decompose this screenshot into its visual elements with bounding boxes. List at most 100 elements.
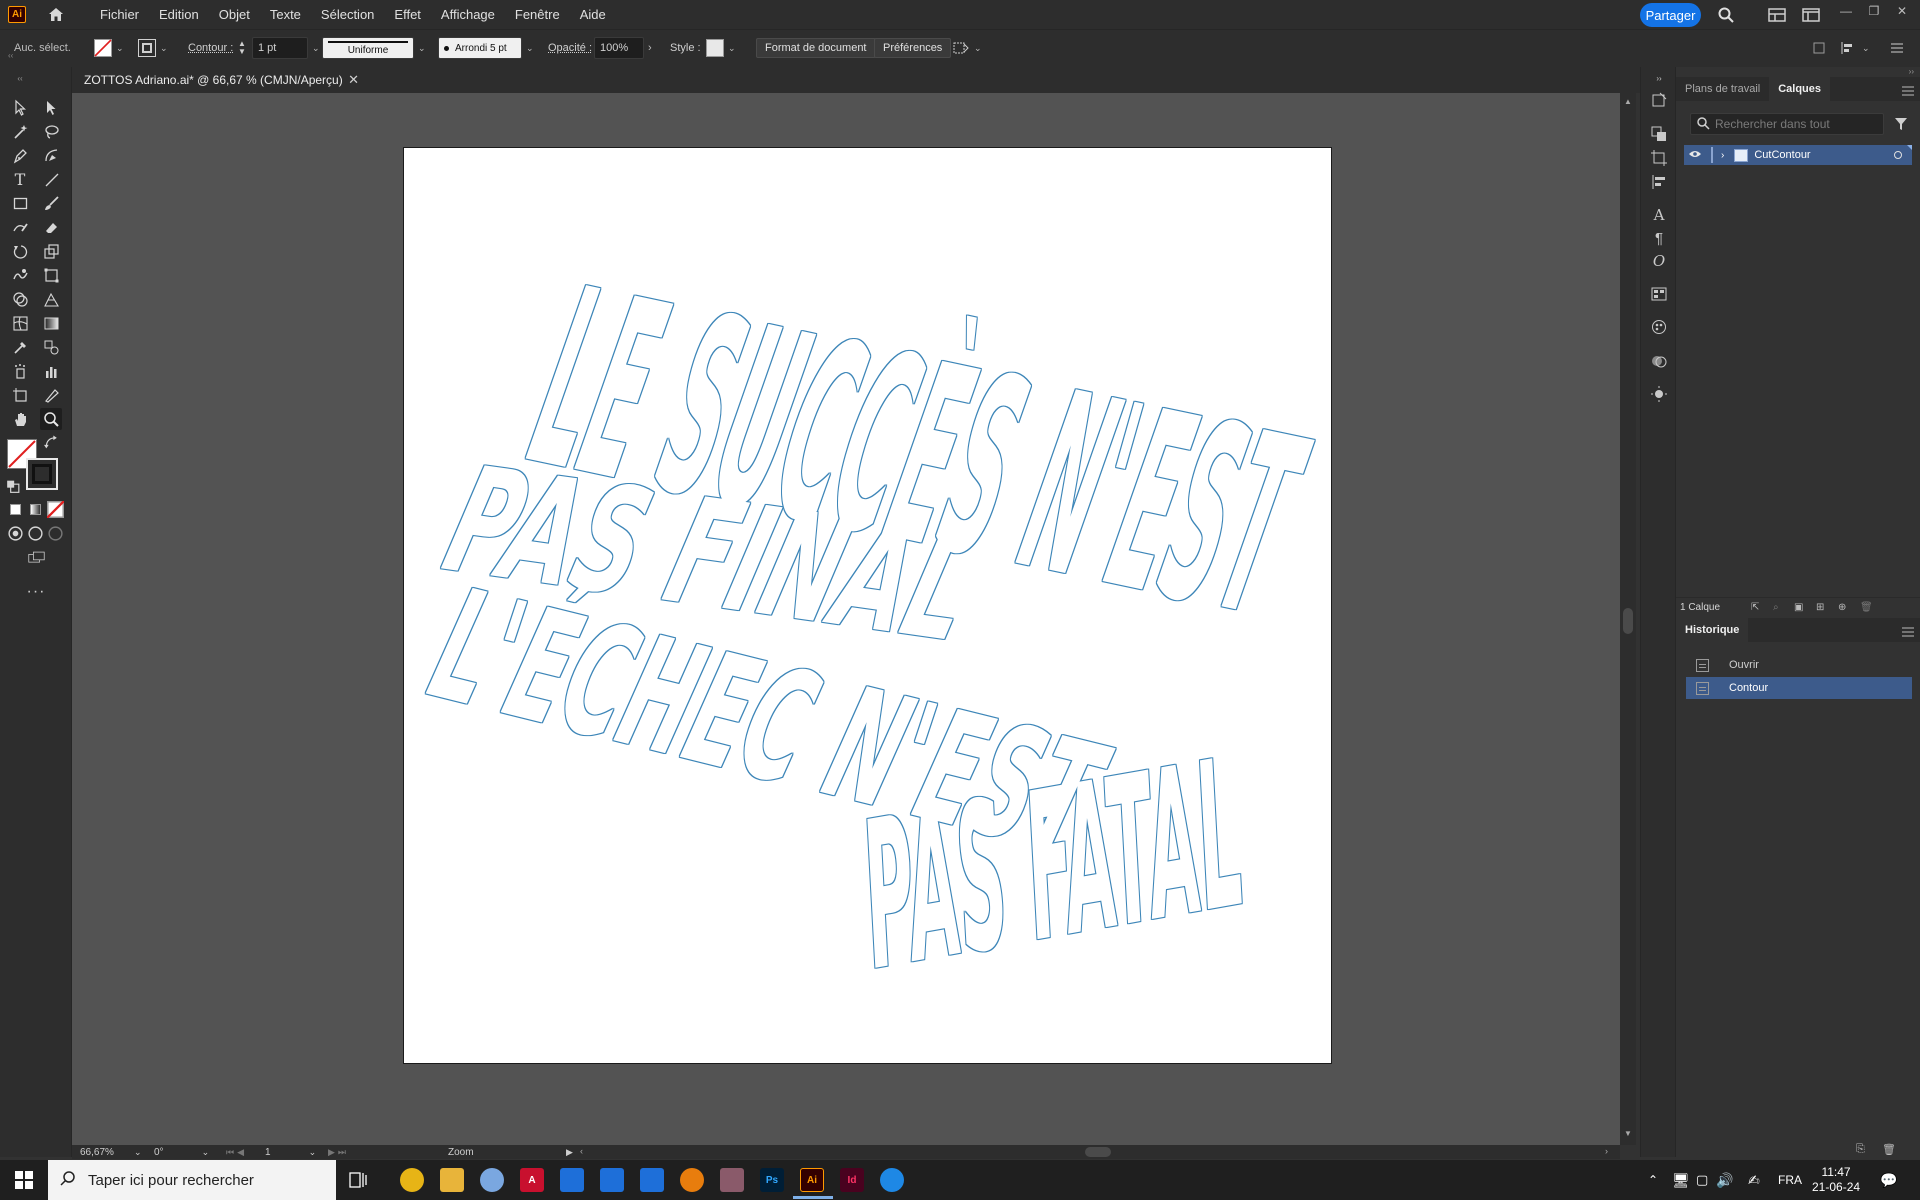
language-indicator[interactable]: FRA <box>1778 1160 1802 1200</box>
restore-icon[interactable]: ❐ <box>1860 0 1888 22</box>
magic-wand-tool-icon[interactable] <box>9 120 31 142</box>
new-layer-icon[interactable]: ⊕ <box>1838 602 1846 613</box>
task-view-icon[interactable] <box>348 1170 368 1193</box>
scroll-left-icon[interactable]: ‹ <box>580 1146 583 1156</box>
menu-fenetre[interactable]: Fenêtre <box>505 0 570 29</box>
tray-pen-icon[interactable]: ✍ <box>1748 1160 1760 1200</box>
direct-selection-tool-icon[interactable] <box>40 96 62 118</box>
preferences-button[interactable]: Préférences <box>874 37 952 59</box>
artboard-tool-icon[interactable] <box>9 384 31 406</box>
document-setup-label[interactable]: Format de document <box>756 38 876 58</box>
app-hex-icon[interactable] <box>720 1168 744 1192</box>
chevron-down-icon[interactable]: ⌄ <box>116 43 124 54</box>
stroke-weight-input[interactable]: 1 pt <box>252 37 308 59</box>
search-icon[interactable] <box>1715 4 1737 26</box>
taskbar-search-input[interactable]: Taper ici pour rechercher <box>48 1160 336 1200</box>
toolbar-collapse-icon[interactable]: ‹‹ <box>9 73 31 83</box>
opacity-label[interactable]: Opacité : <box>548 37 592 59</box>
symbol-sprayer-tool-icon[interactable] <box>9 360 31 382</box>
transform-icon[interactable] <box>1812 37 1826 59</box>
variable-width-profile[interactable]: Uniforme ⌄ <box>322 37 426 59</box>
edge-icon[interactable] <box>880 1168 904 1192</box>
horizontal-scroll-thumb[interactable] <box>1085 1147 1111 1157</box>
scroll-right-icon[interactable]: › <box>1605 1146 1608 1156</box>
chevron-down-icon[interactable]: ⌄ <box>974 43 982 54</box>
chevron-down-icon[interactable]: ⌄ <box>728 43 736 54</box>
notifications-icon[interactable]: 💬 <box>1880 1160 1897 1200</box>
fill-swatch[interactable]: ⌄ <box>94 37 124 59</box>
free-transform-tool-icon[interactable] <box>40 264 62 286</box>
hand-tool-icon[interactable] <box>9 408 31 430</box>
artboard-nav-next-icon[interactable]: ▶⏭ <box>328 1145 349 1159</box>
arrange-documents-icon[interactable] <box>1800 4 1822 26</box>
paragraph-panel-icon[interactable]: ¶ <box>1648 227 1670 249</box>
appearance-panel-icon[interactable] <box>1648 350 1670 372</box>
vertical-scroll-thumb[interactable] <box>1623 608 1633 634</box>
minimize-icon[interactable]: — <box>1832 0 1860 22</box>
brush-definition[interactable]: Arrondi 5 pt ⌄ <box>438 37 534 59</box>
vertical-scrollbar[interactable]: ▲ ▼ <box>1620 93 1636 1145</box>
chevron-down-icon[interactable]: ⌄ <box>526 43 534 54</box>
draw-normal-icon[interactable] <box>6 524 24 542</box>
pathfinder-panel-icon[interactable] <box>1648 123 1670 145</box>
layer-expand-chevron-icon[interactable]: › <box>1721 150 1724 161</box>
default-fill-stroke-icon[interactable] <box>6 479 20 493</box>
slice-tool-icon[interactable] <box>40 384 62 406</box>
artboard-number-field[interactable]: 1 ⌄ <box>265 1145 325 1159</box>
canvas-area[interactable]: LE SUCCÈS N'EST PAS FINAL L'ÉCHEC N'EST … <box>72 93 1620 1145</box>
tab-artboards[interactable]: Plans de travail <box>1676 77 1769 101</box>
stroke-swatch[interactable]: ⌄ <box>138 37 168 59</box>
draw-behind-icon[interactable] <box>26 524 44 542</box>
menu-affichage[interactable]: Affichage <box>431 0 505 29</box>
close-tab-icon[interactable]: ✕ <box>348 72 359 88</box>
opacity-input[interactable]: 100% <box>594 37 644 59</box>
document-tab[interactable]: ZOTTOS Adriano.ai* @ 66,67 % (CMJN/Aperç… <box>72 67 367 93</box>
shaper-tool-icon[interactable] <box>9 216 31 238</box>
menu-selection[interactable]: Sélection <box>311 0 384 29</box>
tray-chevron-icon[interactable]: ⌃ <box>1648 1160 1658 1200</box>
status-menu-arrow-icon[interactable]: ▶ <box>566 1145 573 1159</box>
file-explorer-icon[interactable] <box>440 1168 464 1192</box>
scroll-up-icon[interactable]: ▲ <box>1624 97 1632 106</box>
artboard-nav-prev-icon[interactable]: ⏮◀ <box>226 1145 247 1159</box>
new-snapshot-icon[interactable]: ⎘ <box>1856 1143 1865 1156</box>
none-mode-icon[interactable] <box>46 500 64 518</box>
align-panel-icon[interactable] <box>1648 171 1670 193</box>
zoom-dropdown-chevron-icon[interactable]: ⌄ <box>134 1145 142 1159</box>
home-icon[interactable] <box>45 4 67 26</box>
clipping-mask-icon[interactable]: ▣ <box>1794 602 1803 613</box>
type-tool-icon[interactable]: T <box>9 168 31 190</box>
mesh-tool-icon[interactable] <box>9 312 31 334</box>
lasso-tool-icon[interactable] <box>40 120 62 142</box>
layers-panel-menu-icon[interactable] <box>1902 85 1914 96</box>
acrobat-icon[interactable]: A <box>520 1168 544 1192</box>
cutcontour-artwork[interactable]: LE SUCCÈS N'EST PAS FINAL L'ÉCHEC N'EST … <box>404 148 1331 1063</box>
eraser-tool-icon[interactable] <box>40 216 62 238</box>
locate-object-icon[interactable]: ⌕ <box>1773 602 1779 613</box>
swatches-panel-icon[interactable] <box>1648 283 1670 305</box>
layer-target-icon[interactable] <box>1894 151 1902 159</box>
tray-display-icon[interactable]: ▢ <box>1696 1160 1708 1200</box>
chevron-down-icon[interactable]: ⌄ <box>1862 43 1870 54</box>
rotate-tool-icon[interactable] <box>9 240 31 262</box>
menu-aide[interactable]: Aide <box>570 0 616 29</box>
share-button[interactable]: Partager <box>1640 3 1701 27</box>
rotation-field[interactable]: 0° ⌄ <box>154 1145 234 1159</box>
swap-fill-stroke-icon[interactable] <box>44 435 58 449</box>
paintbrush-tool-icon[interactable] <box>40 192 62 214</box>
delete-layer-icon[interactable]: 🗑 <box>1860 602 1873 613</box>
history-panel-menu-icon[interactable] <box>1902 626 1914 637</box>
history-item-ouvrir[interactable]: Ouvrir <box>1686 654 1912 676</box>
line-segment-tool-icon[interactable] <box>40 168 62 190</box>
menu-fichier[interactable]: Fichier <box>90 0 149 29</box>
windows-start-icon[interactable] <box>0 1160 48 1200</box>
blend-tool-icon[interactable] <box>40 336 62 358</box>
selection-tool-icon[interactable] <box>9 96 31 118</box>
layers-search-input[interactable]: Rechercher dans tout <box>1690 113 1884 135</box>
brightness-panel-icon[interactable] <box>1648 383 1670 405</box>
history-item-contour[interactable]: Contour <box>1686 677 1912 699</box>
app-blue-icon-1[interactable] <box>560 1168 584 1192</box>
zoom-level[interactable]: 66,67% <box>80 1145 114 1159</box>
paint-icon[interactable] <box>480 1168 504 1192</box>
perspective-grid-tool-icon[interactable] <box>40 288 62 310</box>
